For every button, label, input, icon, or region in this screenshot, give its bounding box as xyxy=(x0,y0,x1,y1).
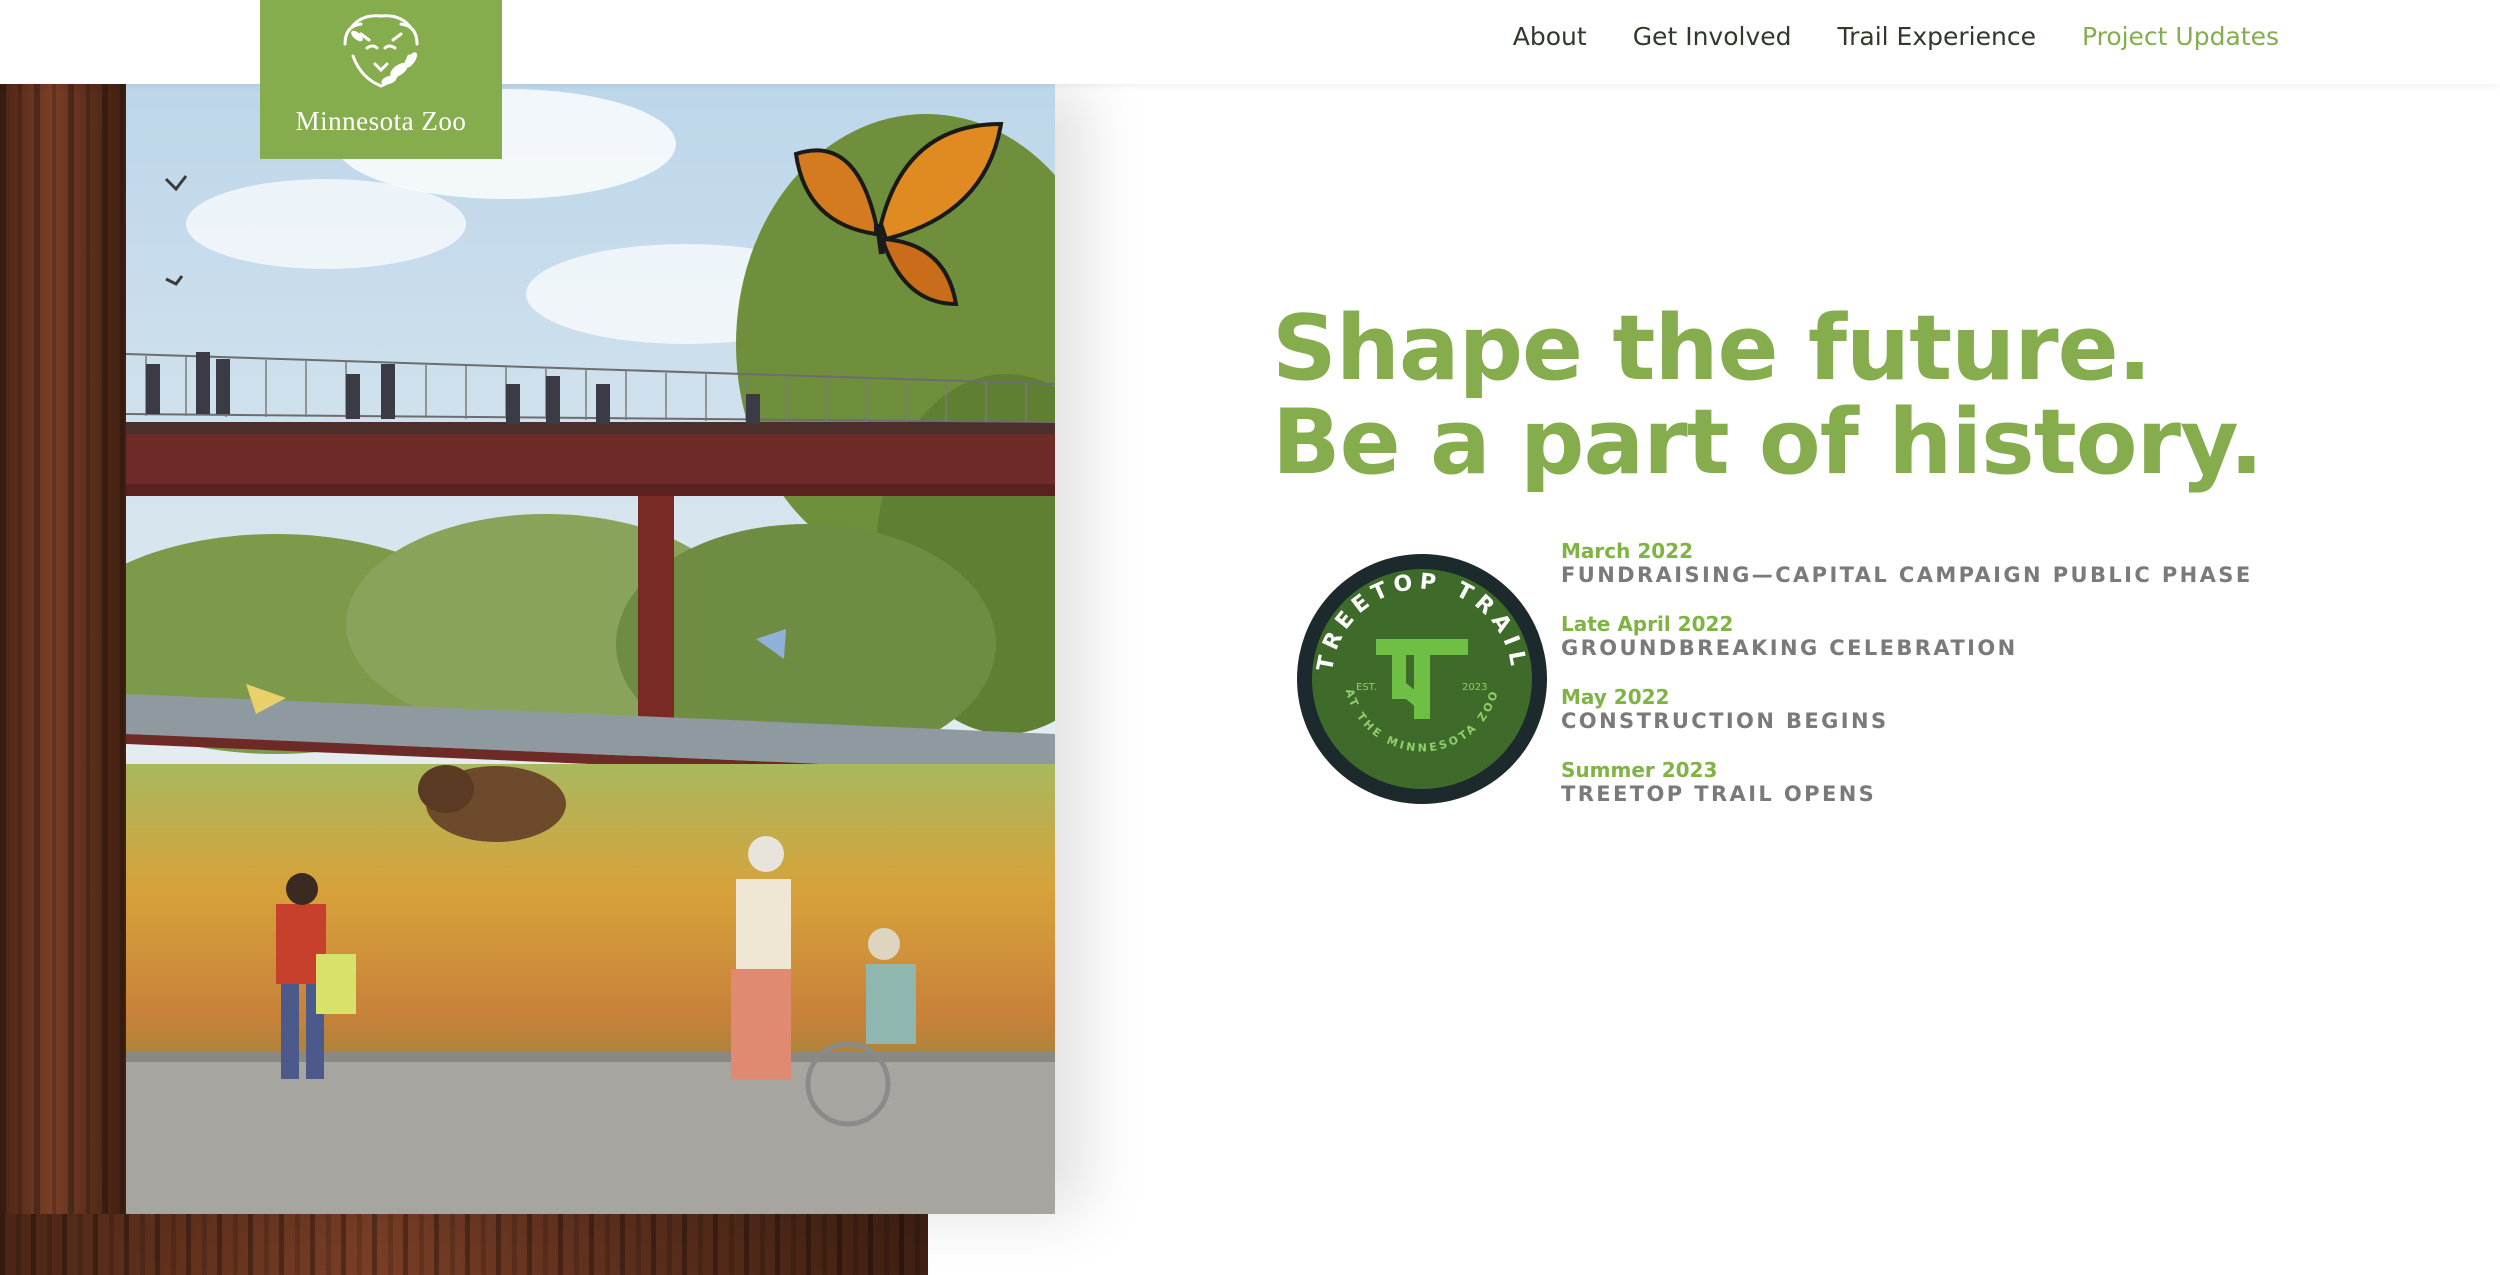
badge-year-label: 2023 xyxy=(1462,682,1487,693)
badge-est-label: EST. xyxy=(1356,682,1377,693)
headline-line-1: Shape the future. xyxy=(1272,296,2152,401)
timeline-date: Late April 2022 xyxy=(1561,612,1734,636)
headline-line-2: Be a part of history. xyxy=(1272,390,2264,495)
logo-text: Minnesota Zoo xyxy=(295,106,467,136)
timeline-item: March 2022 FUNDRAISING—CAPITAL CAMPAIGN … xyxy=(1561,540,2253,588)
timeline-event: FUNDRAISING—CAPITAL CAMPAIGN PUBLIC PHAS… xyxy=(1561,563,2253,587)
timeline-date: Summer 2023 xyxy=(1561,758,1718,782)
tiger-leaves-icon xyxy=(343,14,419,88)
nav-get-involved-link[interactable]: Get Involved xyxy=(1633,22,1792,51)
tree-bark-bottom-image xyxy=(0,1214,928,1275)
nav-about-link[interactable]: About xyxy=(1513,22,1587,51)
timeline-event: CONSTRUCTION BEGINS xyxy=(1561,709,1889,733)
treetop-trail-badge: TREETOP TRAIL AT THE MINNESOTA ZOO EST. … xyxy=(1297,554,1547,804)
main-nav: About Get Involved Trail Experience Proj… xyxy=(1513,22,2279,51)
timeline-item: Summer 2023 TREETOP TRAIL OPENS xyxy=(1561,759,2253,807)
nav-project-updates-link[interactable]: Project Updates xyxy=(2082,22,2279,51)
timeline-event: GROUNDBREAKING CELEBRATION xyxy=(1561,636,2018,660)
treetop-trail-rendering-image xyxy=(126,84,1055,1214)
project-timeline: March 2022 FUNDRAISING—CAPITAL CAMPAIGN … xyxy=(1561,540,2253,832)
timeline-event: TREETOP TRAIL OPENS xyxy=(1561,782,1877,806)
timeline-item: May 2022 CONSTRUCTION BEGINS xyxy=(1561,686,2253,734)
timeline-date: March 2022 xyxy=(1561,539,1693,563)
tree-bark-image xyxy=(0,84,128,1275)
timeline-date: May 2022 xyxy=(1561,685,1670,709)
timeline-item: Late April 2022 GROUNDBREAKING CELEBRATI… xyxy=(1561,613,2253,661)
nav-trail-experience-link[interactable]: Trail Experience xyxy=(1838,22,2036,51)
page-headline: Shape the future. Be a part of history. xyxy=(1272,296,2264,495)
minnesota-zoo-logo[interactable]: Minnesota Zoo xyxy=(260,0,502,159)
